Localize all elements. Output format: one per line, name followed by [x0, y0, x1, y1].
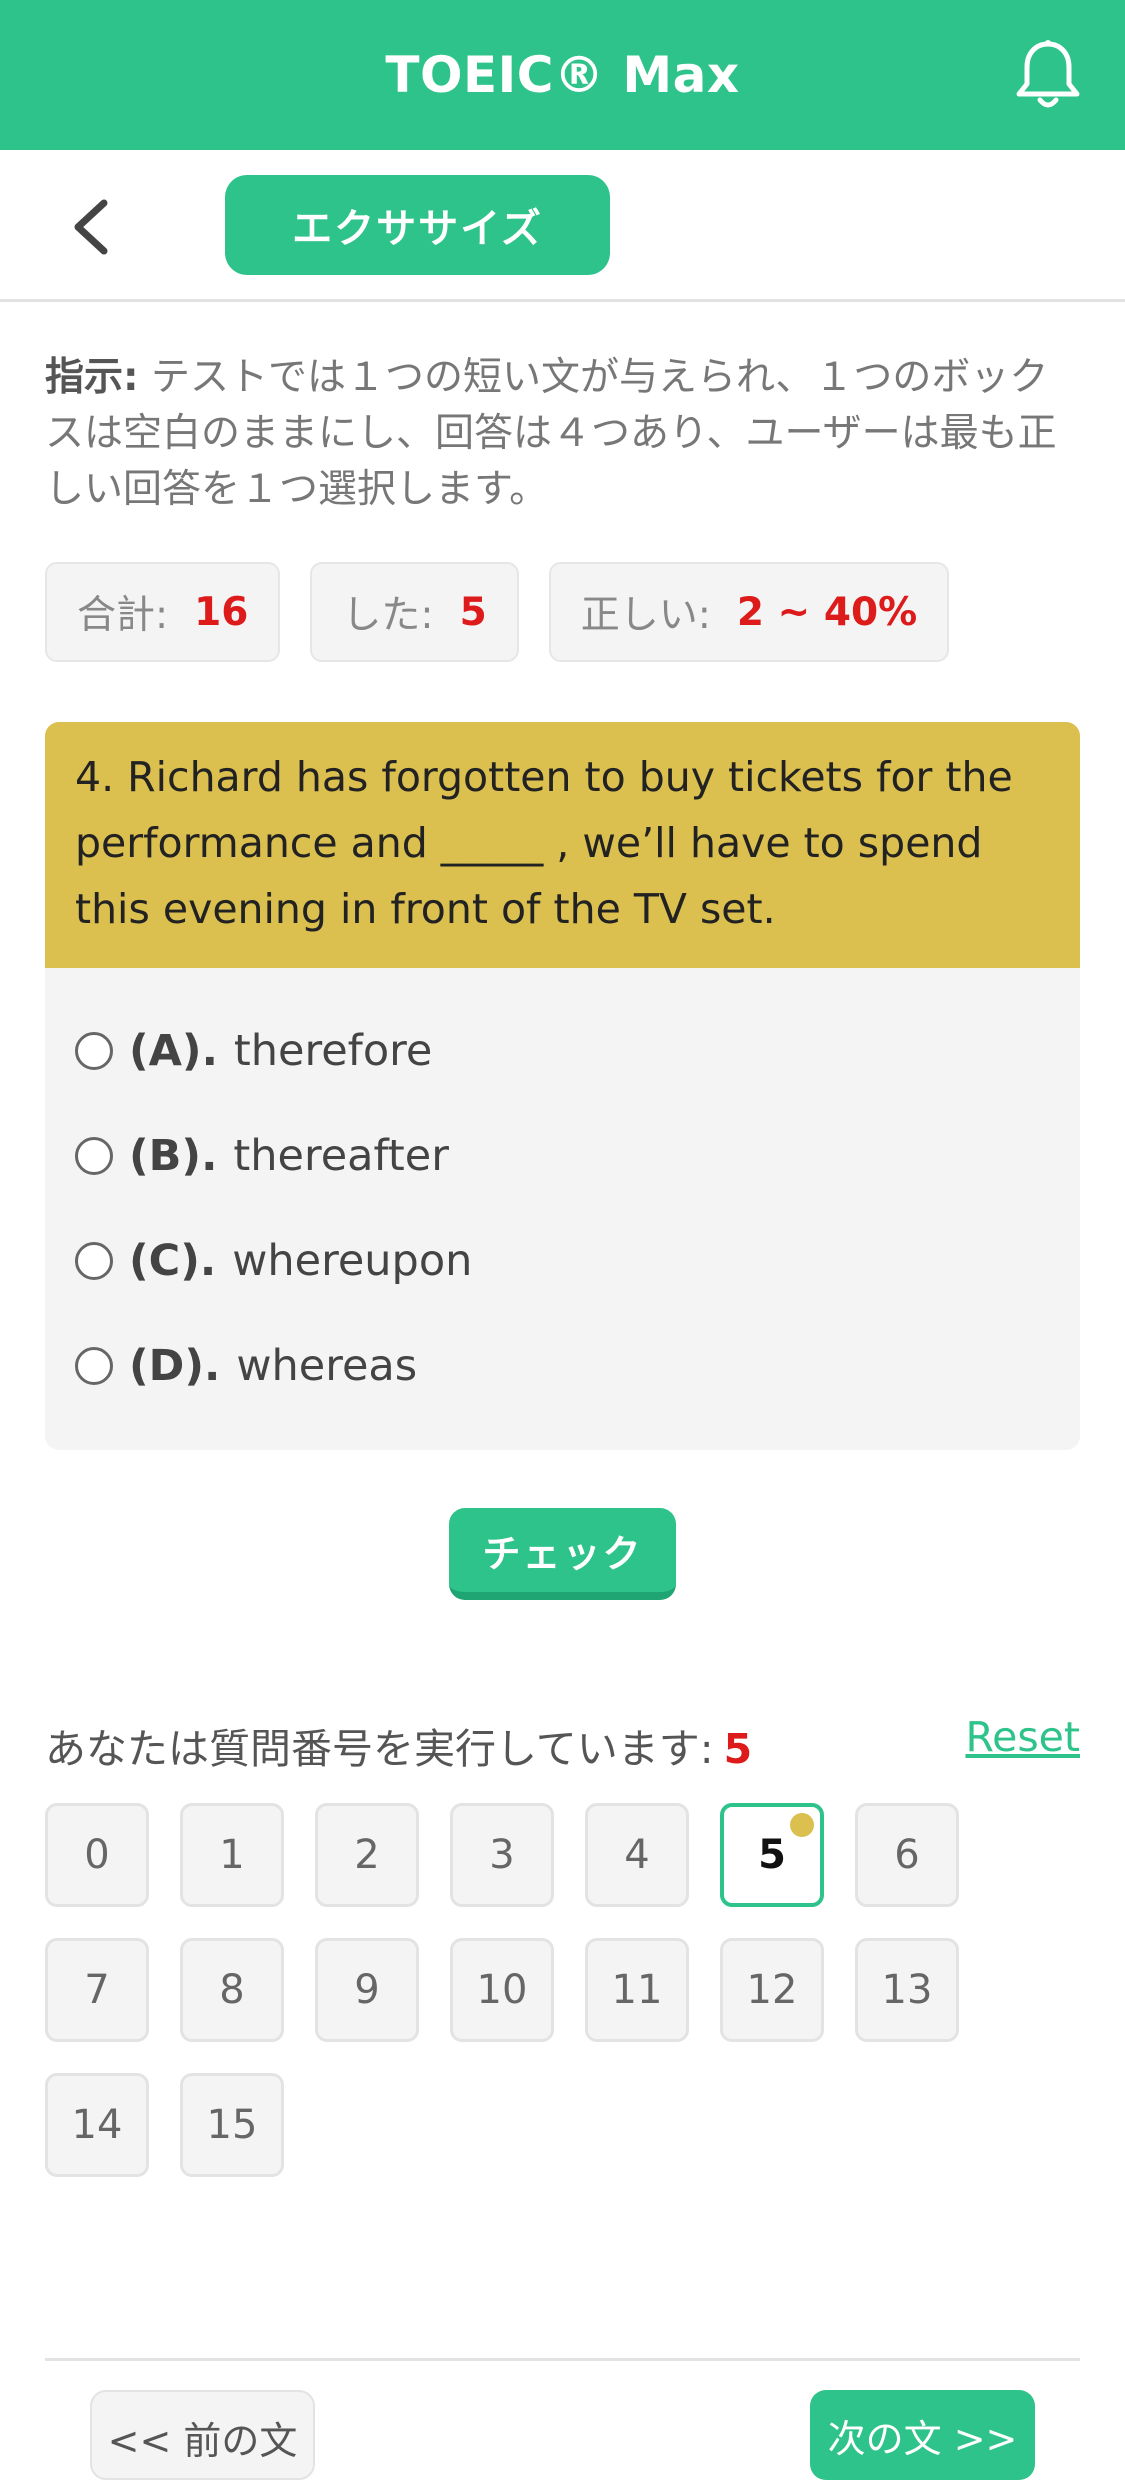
check-button[interactable]: チェック — [449, 1508, 676, 1600]
question-number-0[interactable]: 0 — [45, 1803, 149, 1907]
question-text: 4. Richard has forgotten to buy tickets … — [45, 722, 1080, 968]
option-text: thereafter — [233, 1130, 449, 1181]
prev-sentence-button[interactable]: << 前の文 — [90, 2390, 315, 2480]
radio-button[interactable] — [75, 1346, 113, 1385]
next-sentence-button[interactable]: 次の文 >> — [810, 2390, 1035, 2480]
question-number-label: 4 — [624, 1832, 650, 1878]
question-number-1[interactable]: 1 — [180, 1803, 284, 1907]
stat-total-label: 合計: — [77, 593, 169, 638]
question-number-2[interactable]: 2 — [315, 1803, 419, 1907]
question-number-label: 12 — [746, 1967, 798, 2013]
instructions-label: 指示: — [45, 355, 139, 400]
stat-done-value: 5 — [459, 589, 487, 635]
tab-exercise[interactable]: エクササイズ — [225, 175, 610, 275]
app-header: TOEIC® Max — [0, 0, 1125, 150]
question-number-7[interactable]: 7 — [45, 1938, 149, 2042]
option-text: therefore — [233, 1025, 433, 1076]
question-number-3[interactable]: 3 — [450, 1803, 554, 1907]
nav-row: エクササイズ — [0, 150, 1125, 302]
option-key: (D). — [129, 1340, 221, 1391]
question-number-13[interactable]: 13 — [855, 1938, 959, 2042]
question-number-label: 11 — [611, 1967, 663, 2013]
stat-correct-label: 正しい: — [580, 593, 711, 638]
question-number-label: 0 — [84, 1832, 110, 1878]
option-text: whereupon — [232, 1235, 473, 1286]
progress-label-text: あなたは質問番号を実行しています: — [45, 1725, 714, 1773]
question-number-9[interactable]: 9 — [315, 1938, 419, 2042]
question-number-10[interactable]: 10 — [450, 1938, 554, 2042]
question-number-12[interactable]: 12 — [720, 1938, 824, 2042]
question-number-label: 3 — [489, 1832, 515, 1878]
question-number-label: 13 — [881, 1967, 933, 2013]
instructions-text: テストでは１つの短い文が与えられ、１つのボックスは空白のままにし、回答は４つあり… — [45, 355, 1057, 512]
question-number-label: 2 — [354, 1832, 380, 1878]
option-key: (A). — [129, 1025, 218, 1076]
question-number-label: 8 — [219, 1967, 245, 2013]
question-number-label: 1 — [219, 1832, 245, 1878]
question-number-label: 6 — [894, 1832, 920, 1878]
question-number-6[interactable]: 6 — [855, 1803, 959, 1907]
question-card: 4. Richard has forgotten to buy tickets … — [45, 722, 1080, 1450]
radio-button[interactable] — [75, 1031, 113, 1070]
question-number-4[interactable]: 4 — [585, 1803, 689, 1907]
stat-total: 合計: 16 — [45, 562, 281, 662]
stat-done: した: 5 — [310, 562, 519, 662]
stat-correct-value: 2 ~ 40% — [736, 589, 918, 635]
instructions: 指示: テストでは１つの短い文が与えられ、１つのボックスは空白のままにし、回答は… — [45, 350, 1075, 518]
radio-button[interactable] — [75, 1136, 113, 1175]
question-number-14[interactable]: 14 — [45, 2073, 149, 2177]
question-number-label: 5 — [758, 1832, 786, 1878]
option-d[interactable]: (D). whereas — [45, 1313, 1080, 1418]
progress-label: あなたは質問番号を実行しています: 5 — [45, 1715, 752, 1775]
question-number-5[interactable]: 5 — [720, 1803, 824, 1907]
question-number-label: 15 — [206, 2102, 258, 2148]
stat-total-value: 16 — [194, 589, 249, 635]
app-title: TOEIC® Max — [385, 46, 740, 104]
current-indicator-dot — [790, 1813, 814, 1837]
current-question-number: 5 — [723, 1725, 753, 1773]
question-number-label: 14 — [71, 2102, 123, 2148]
question-number-15[interactable]: 15 — [180, 2073, 284, 2177]
question-number-label: 9 — [354, 1967, 380, 2013]
stat-done-label: した: — [342, 593, 434, 638]
radio-button[interactable] — [75, 1241, 113, 1280]
option-key: (C). — [129, 1235, 217, 1286]
options-list: (A). therefore (B). thereafter (C). wher… — [45, 968, 1080, 1418]
reset-link[interactable]: Reset — [965, 1713, 1080, 1761]
chevron-left-icon[interactable] — [60, 192, 120, 262]
option-text: whereas — [236, 1340, 418, 1391]
stats-bar: 合計: 16 した: 5 正しい: 2 ~ 40% — [45, 562, 950, 662]
bell-icon[interactable] — [1013, 38, 1083, 112]
option-c[interactable]: (C). whereupon — [45, 1208, 1080, 1313]
question-number-label: 7 — [84, 1967, 110, 2013]
footer-divider — [45, 2358, 1080, 2361]
question-number-11[interactable]: 11 — [585, 1938, 689, 2042]
question-number-label: 10 — [476, 1967, 528, 2013]
question-number-8[interactable]: 8 — [180, 1938, 284, 2042]
stat-correct: 正しい: 2 ~ 40% — [548, 562, 950, 662]
option-a[interactable]: (A). therefore — [45, 998, 1080, 1103]
option-b[interactable]: (B). thereafter — [45, 1103, 1080, 1208]
option-key: (B). — [129, 1130, 218, 1181]
